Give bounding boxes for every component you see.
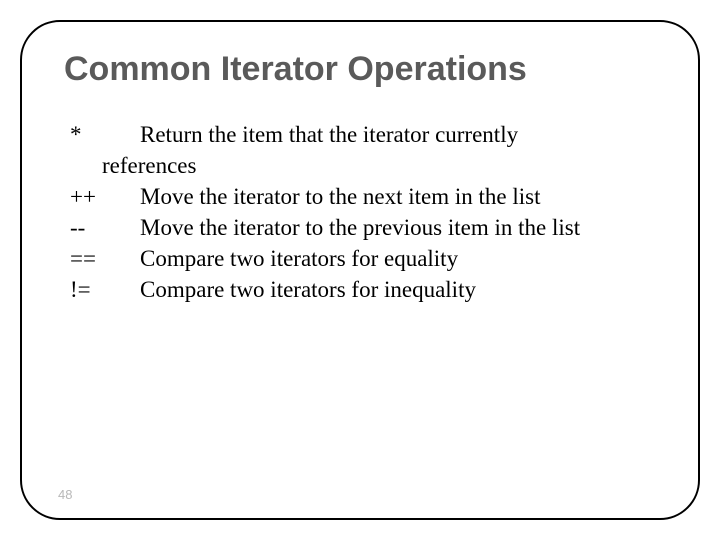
operator-symbol: * [70,119,140,150]
operator-symbol: == [70,243,140,274]
operator-description: Move the iterator to the previous item i… [140,212,656,243]
operator-description: Move the iterator to the next item in th… [140,181,656,212]
operator-description: Compare two iterators for equality [140,243,656,274]
operator-row-equality: == Compare two iterators for equality [70,243,656,274]
slide-title: Common Iterator Operations [64,50,656,89]
operator-row-decrement: -- Move the iterator to the previous ite… [70,212,656,243]
operator-description: Compare two iterators for inequality [140,274,656,305]
operator-symbol: -- [70,212,140,243]
operator-row-deref: * Return the item that the iterator curr… [70,119,656,150]
operator-description: Return the item that the iterator curren… [140,119,656,150]
operator-row-inequality: != Compare two iterators for inequality [70,274,656,305]
operator-symbol: != [70,274,140,305]
page-number: 48 [58,487,72,502]
slide-frame: Common Iterator Operations * Return the … [20,20,700,520]
slide-content: * Return the item that the iterator curr… [64,119,656,305]
operator-symbol: ++ [70,181,140,212]
operator-row-increment: ++ Move the iterator to the next item in… [70,181,656,212]
operator-row-deref-continuation: references [70,150,656,181]
